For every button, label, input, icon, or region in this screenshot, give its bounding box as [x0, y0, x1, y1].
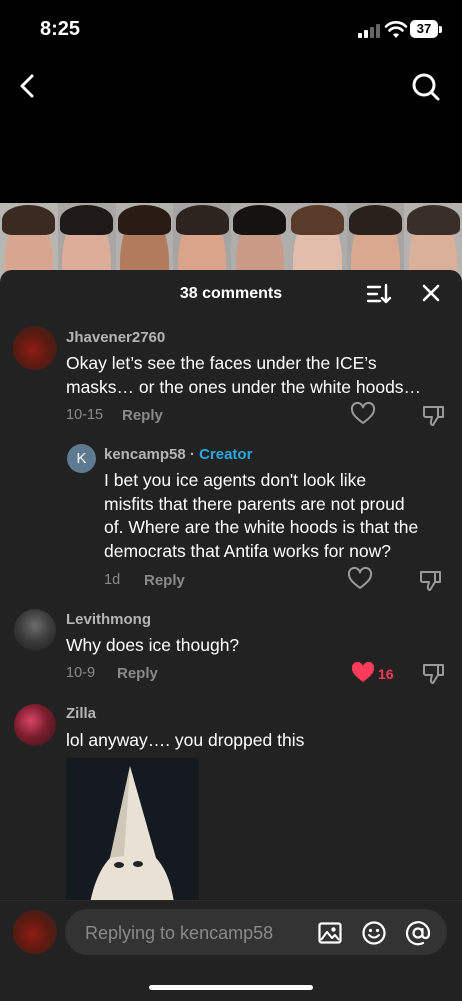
close-icon[interactable] [420, 282, 442, 304]
reply-input-container [65, 909, 447, 957]
separator: · [185, 446, 200, 463]
comment-text: lol anyway…. you dropped this [66, 729, 304, 753]
creator-badge: Creator [199, 446, 253, 463]
image-icon[interactable] [317, 920, 343, 946]
reply-input[interactable] [83, 909, 317, 957]
comment-text-line: Why does ice though? [66, 635, 240, 655]
comment-username[interactable]: kencamp58 [104, 446, 186, 463]
comment-text-line: masks… or the ones under the white hoods… [66, 376, 422, 397]
avatar[interactable] [13, 326, 57, 370]
dislike-icon[interactable] [421, 661, 447, 685]
status-bar: 8:25 37 [0, 0, 462, 60]
home-indicator [149, 985, 313, 990]
comment-text-line: democrats that Antifa works for now? [104, 540, 391, 561]
comments-count: 38 comments [179, 285, 283, 302]
status-time: 8:25 [40, 18, 81, 40]
search-icon[interactable] [408, 66, 444, 106]
dislike-icon[interactable] [421, 403, 447, 427]
comment-text: Why does ice though? [66, 634, 239, 658]
reply-button[interactable]: Reply [144, 572, 185, 589]
comments-header: 38 comments [0, 270, 462, 318]
heart-icon[interactable] [350, 402, 376, 426]
comment-date: 10-9 [66, 665, 96, 681]
heart-icon[interactable] [347, 567, 373, 591]
avatar[interactable]: K [67, 444, 96, 473]
like-count: 16 [378, 666, 394, 682]
dislike-icon[interactable] [418, 568, 444, 592]
comment-username[interactable]: Zilla [66, 705, 96, 722]
comment-date: 10-15 [66, 407, 104, 423]
reply-button[interactable]: Reply [117, 665, 158, 682]
reply-bar [0, 900, 462, 1001]
battery-cap [439, 26, 442, 33]
comment-text-line: lol anyway…. you dropped this [66, 730, 305, 750]
heart-icon[interactable] [350, 661, 376, 685]
comment-text-line: of. Where are the white hoods is that th… [104, 517, 419, 537]
comment-username[interactable]: Jhavener2760 [66, 329, 165, 346]
avatar[interactable] [14, 704, 56, 746]
comment-text-line: misfits that there parents are not proud [104, 493, 405, 514]
comments-sheet: 38 comments Jhavener2760 Okay let’s see … [0, 270, 462, 1001]
at-icon[interactable] [405, 920, 431, 946]
emoji-icon[interactable] [361, 920, 387, 946]
comment-attached-image[interactable] [66, 758, 199, 903]
comment-username[interactable]: Levithmong [66, 611, 151, 628]
back-icon[interactable] [14, 66, 44, 106]
comment-text-line: I bet you ice agents don't look like [104, 470, 367, 490]
current-user-avatar [13, 910, 57, 954]
sort-icon[interactable] [366, 282, 392, 306]
comment-text: Okay let’s see the faces under the ICE’s… [66, 352, 421, 399]
battery-indicator: 37 [410, 20, 438, 38]
comment-text: I bet you ice agents don't look like mis… [104, 469, 418, 563]
hood-image [66, 758, 199, 903]
reply-button[interactable]: Reply [122, 407, 163, 424]
comment-text-line: Okay let’s see the faces under the ICE’s [66, 353, 377, 373]
avatar[interactable] [14, 609, 56, 651]
top-nav [0, 60, 462, 110]
comment-date: 1d [104, 572, 121, 588]
wifi-icon [384, 21, 408, 38]
signal-icon [358, 24, 380, 38]
comment-username-row: kencamp58 · Creator [104, 446, 252, 463]
